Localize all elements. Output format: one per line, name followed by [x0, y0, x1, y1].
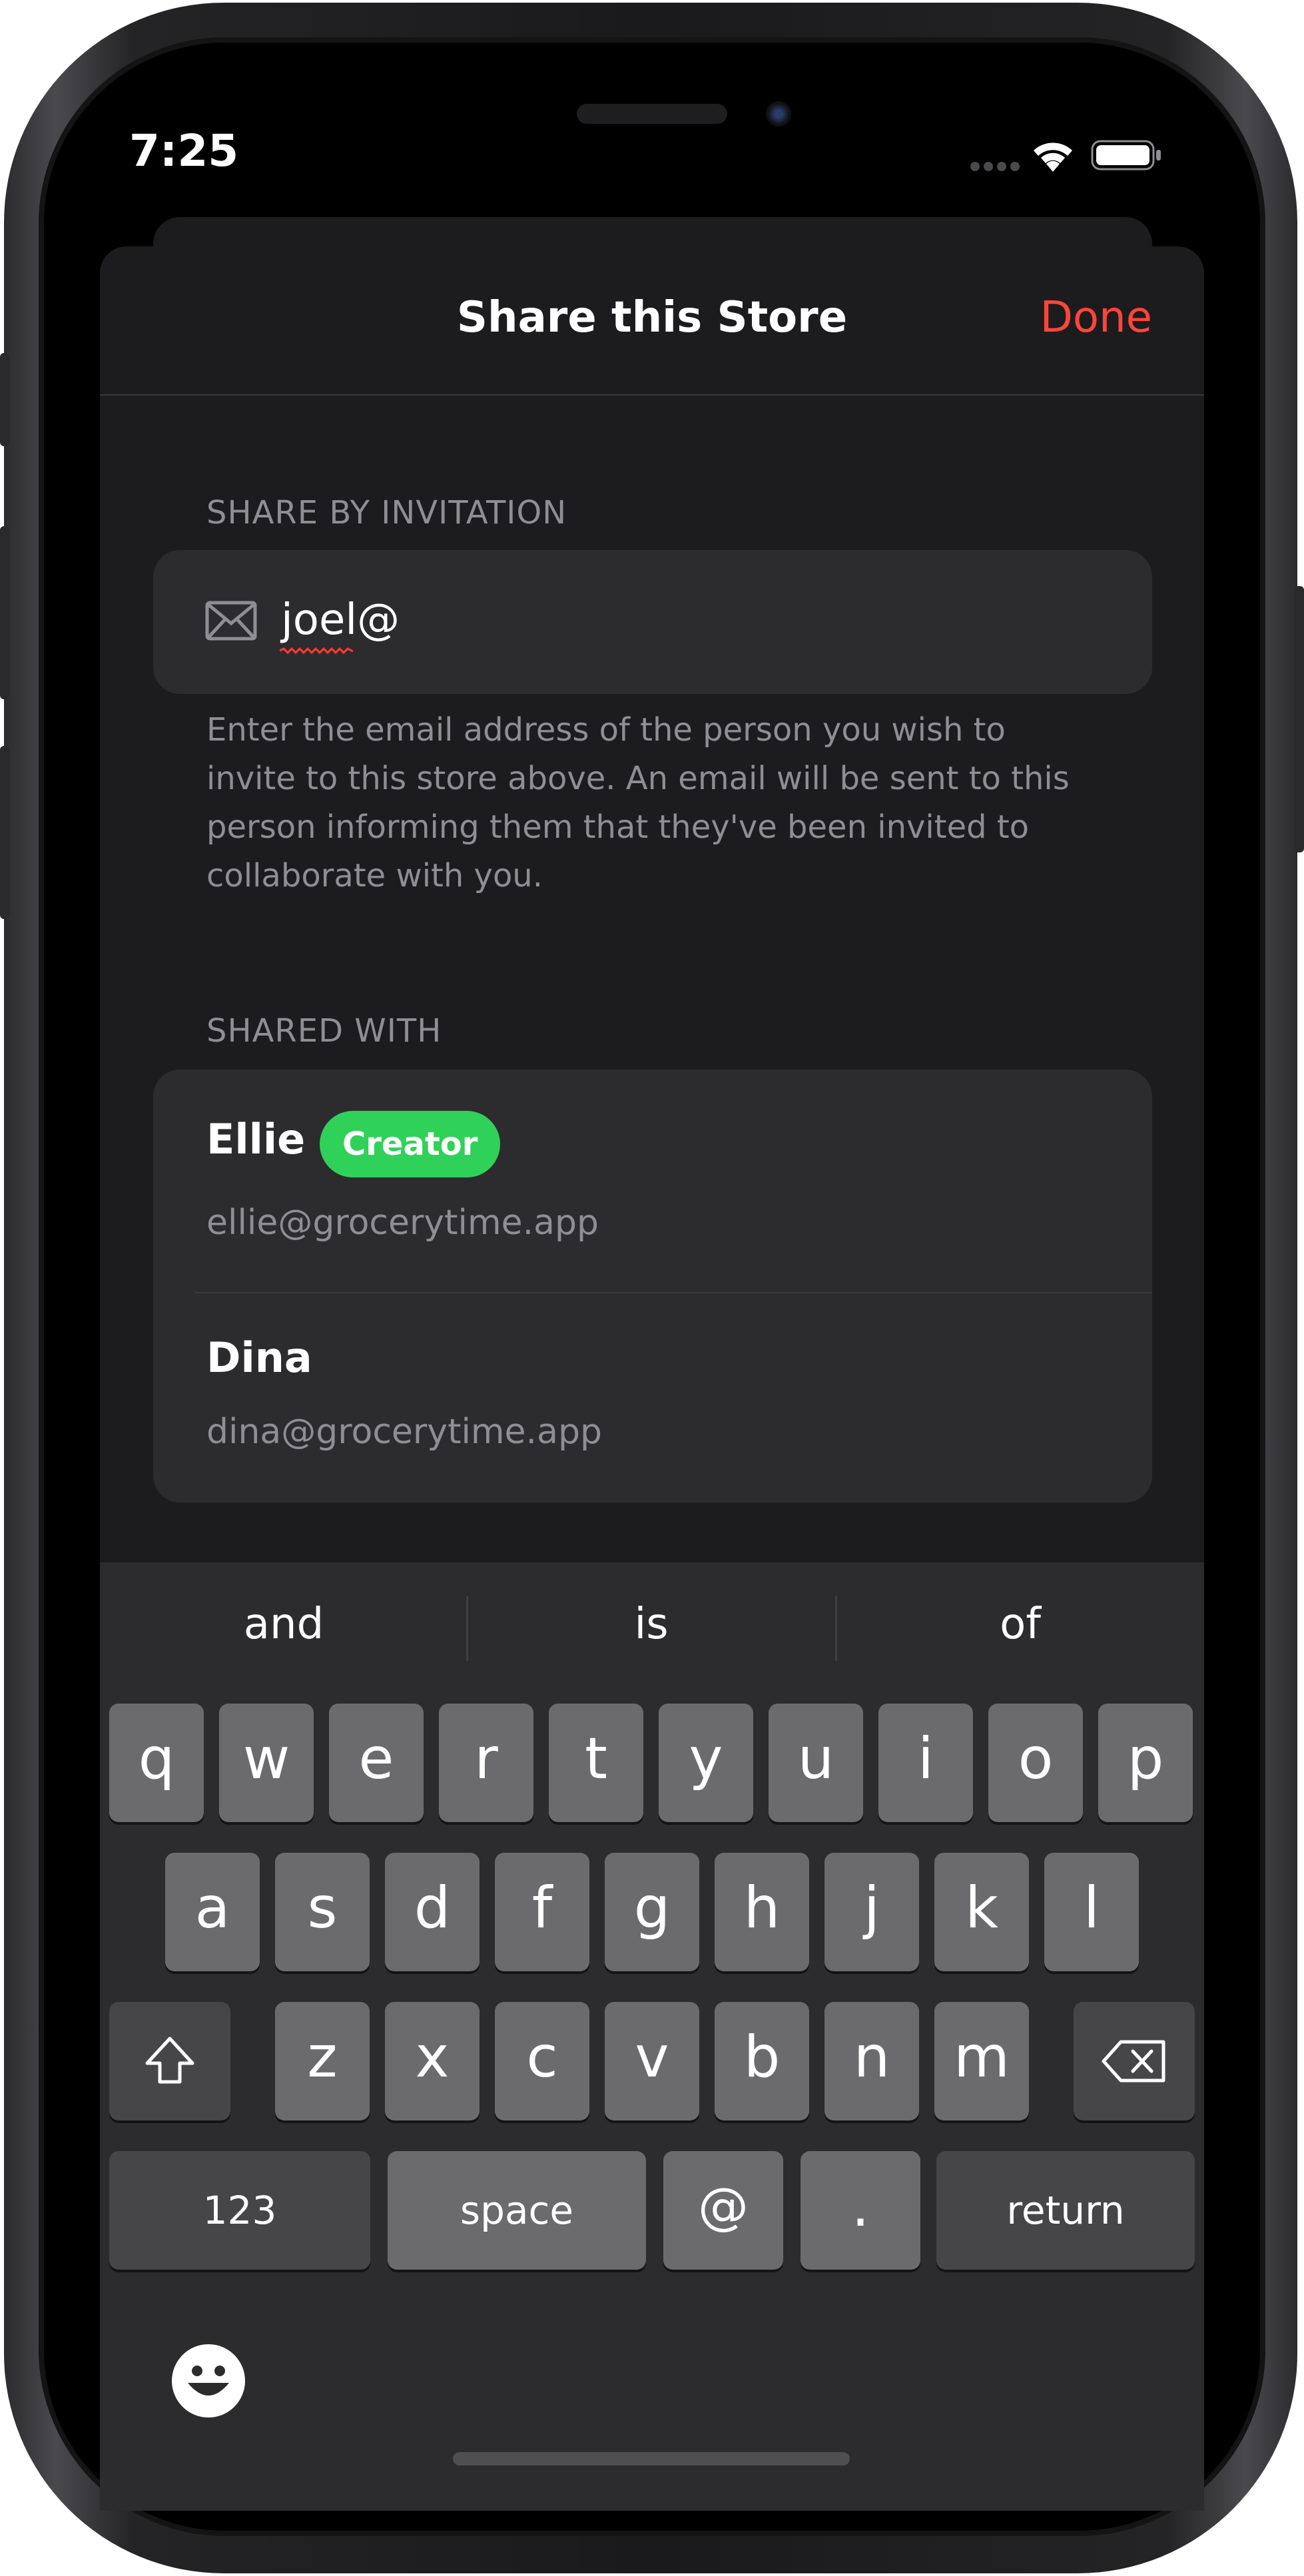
section-header-shared-with: SHARED WITH	[206, 1012, 442, 1050]
suggestion-and[interactable]: and	[100, 1600, 468, 1649]
invitation-footer-text: Enter the email address of the person yo…	[206, 711, 1070, 894]
key-b[interactable]: b	[715, 2002, 809, 2120]
email-field[interactable]: joel@	[281, 595, 400, 645]
key-a[interactable]: a	[165, 1853, 260, 1971]
key-w[interactable]: w	[219, 1704, 314, 1822]
space-key[interactable]: space	[388, 2151, 646, 2270]
navbar-divider	[100, 394, 1204, 396]
envelope-icon	[205, 601, 257, 641]
member-row[interactable]: Ellie Creator ellie@grocerytime.app	[153, 1070, 1152, 1292]
shift-key[interactable]	[109, 2002, 230, 2120]
suggestion-of[interactable]: of	[836, 1600, 1204, 1649]
battery-icon	[1091, 140, 1161, 170]
spellcheck-underline	[280, 647, 353, 654]
key-y[interactable]: y	[659, 1704, 753, 1822]
shared-with-list: Ellie Creator ellie@grocerytime.app Dina…	[153, 1070, 1152, 1502]
key-m[interactable]: m	[934, 2002, 1029, 2120]
member-email: dina@grocerytime.app	[206, 1412, 602, 1452]
suggestion-is[interactable]: is	[468, 1600, 835, 1649]
key-s[interactable]: s	[275, 1853, 370, 1971]
home-indicator	[453, 2452, 850, 2465]
key-x[interactable]: x	[385, 2002, 480, 2120]
sheet-title: Share this Store	[456, 293, 848, 342]
key-n[interactable]: n	[824, 2002, 919, 2120]
key-l[interactable]: l	[1044, 1853, 1139, 1971]
at-key[interactable]: @	[663, 2151, 783, 2270]
key-i[interactable]: i	[878, 1704, 973, 1822]
cellular-icon	[970, 162, 1020, 171]
key-k[interactable]: k	[934, 1853, 1029, 1971]
shift-icon	[145, 2037, 194, 2084]
email-input-row[interactable]: joel@	[153, 550, 1152, 694]
key-f[interactable]: f	[495, 1853, 589, 1971]
keyboard: and is of q w e r t y u i o p a s d f g …	[100, 1562, 1204, 2511]
creator-badge: Creator	[320, 1111, 501, 1177]
member-name: Dina	[206, 1333, 312, 1382]
volume-up-button	[0, 526, 9, 699]
key-o[interactable]: o	[988, 1704, 1083, 1822]
key-q[interactable]: q	[109, 1704, 204, 1822]
key-j[interactable]: j	[824, 1853, 919, 1971]
period-key[interactable]: .	[801, 2151, 920, 2270]
return-key[interactable]: return	[936, 2151, 1195, 2270]
key-p[interactable]: p	[1098, 1704, 1193, 1822]
front-camera	[766, 101, 791, 127]
key-e[interactable]: e	[329, 1704, 424, 1822]
numbers-key[interactable]: 123	[109, 2151, 370, 2270]
power-button	[1295, 586, 1304, 852]
key-v[interactable]: v	[605, 2002, 699, 2120]
key-r[interactable]: r	[439, 1704, 533, 1822]
volume-down-button	[0, 746, 9, 919]
key-h[interactable]: h	[715, 1853, 809, 1971]
wifi-icon	[1034, 143, 1072, 172]
emoji-button[interactable]	[172, 2344, 245, 2417]
delete-icon	[1102, 2040, 1165, 2083]
earpiece-speaker	[577, 104, 727, 124]
emoji-icon	[188, 2366, 229, 2396]
member-name: Ellie	[206, 1115, 306, 1163]
key-g[interactable]: g	[605, 1853, 699, 1971]
member-email: ellie@grocerytime.app	[206, 1203, 599, 1243]
status-time: 7:25	[129, 125, 239, 176]
done-button[interactable]: Done	[1040, 293, 1152, 342]
key-d[interactable]: d	[385, 1853, 480, 1971]
delete-key[interactable]	[1074, 2002, 1195, 2120]
key-c[interactable]: c	[495, 2002, 589, 2120]
member-row[interactable]: Dina dina@grocerytime.app	[153, 1293, 1152, 1502]
section-header-invitation: SHARE BY INVITATION	[206, 494, 567, 531]
key-z[interactable]: z	[275, 2002, 370, 2120]
silent-switch	[0, 353, 9, 446]
key-u[interactable]: u	[769, 1704, 863, 1822]
key-t[interactable]: t	[549, 1704, 643, 1822]
